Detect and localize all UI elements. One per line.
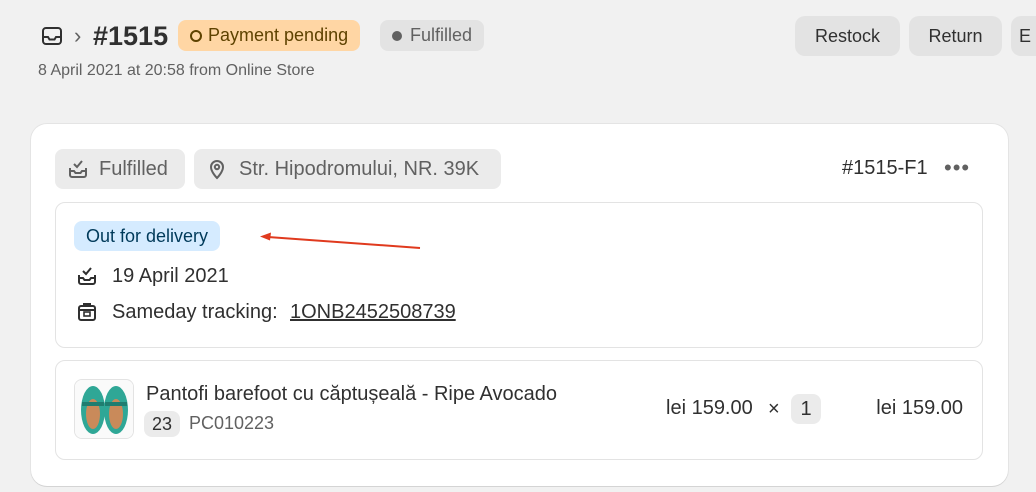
edit-button[interactable]: E [1011, 16, 1036, 56]
fulfilled-box-icon [69, 160, 87, 178]
out-for-delivery-badge: Out for delivery [74, 221, 221, 251]
line-item-panel: Pantofi barefoot cu căptușeală - Ripe Av… [55, 360, 983, 460]
more-actions-icon[interactable]: ••• [944, 156, 970, 180]
annotation-arrow [260, 232, 421, 249]
order-number-title: #1515 [93, 21, 169, 51]
order-subtitle: 8 April 2021 at 20:58 from Online Store [38, 62, 315, 79]
payment-pending-badge: Payment pending [178, 20, 361, 51]
fulfilled-status-chip: Fulfilled [55, 149, 185, 189]
address-chip: Str. Hipodromului, NR. 39K [194, 149, 501, 189]
line-total: lei 159.00 [876, 397, 963, 419]
shoe-image [75, 380, 133, 438]
location-pin-icon [209, 160, 225, 180]
fulfilled-chip-label: Fulfilled [99, 158, 168, 180]
product-name-link[interactable]: Pantofi barefoot cu căptușeală - Ripe Av… [146, 383, 557, 406]
fulfillment-id: #1515-F1 [842, 157, 928, 179]
address-chip-label: Str. Hipodromului, NR. 39K [239, 158, 480, 180]
quantity-badge: 1 [791, 394, 821, 424]
fulfilled-badge: Fulfilled [380, 20, 485, 51]
breadcrumb-chevron-icon: › [74, 23, 82, 48]
delivery-date: 19 April 2021 [112, 265, 229, 287]
fulfillment-card: Fulfilled Str. Hipodromului, NR. 39K #15… [31, 124, 1008, 486]
multiply-sign: × [768, 398, 780, 420]
delivered-box-icon [78, 267, 96, 285]
unit-price: lei 159.00 [666, 397, 753, 419]
restock-button[interactable]: Restock [795, 16, 900, 56]
tracking-panel: Out for delivery 19 April 2021 Sameday t… [55, 202, 983, 348]
tracking-number-link[interactable]: 1ONB2452508739 [290, 299, 456, 325]
package-icon [78, 303, 96, 321]
tracking-label: Sameday tracking: [112, 301, 278, 323]
return-button[interactable]: Return [909, 16, 1002, 56]
variant-size-badge: 23 [144, 411, 181, 437]
orders-inbox-icon[interactable] [40, 24, 64, 48]
product-thumbnail[interactable] [74, 379, 134, 439]
product-sku: PC010223 [189, 413, 275, 433]
